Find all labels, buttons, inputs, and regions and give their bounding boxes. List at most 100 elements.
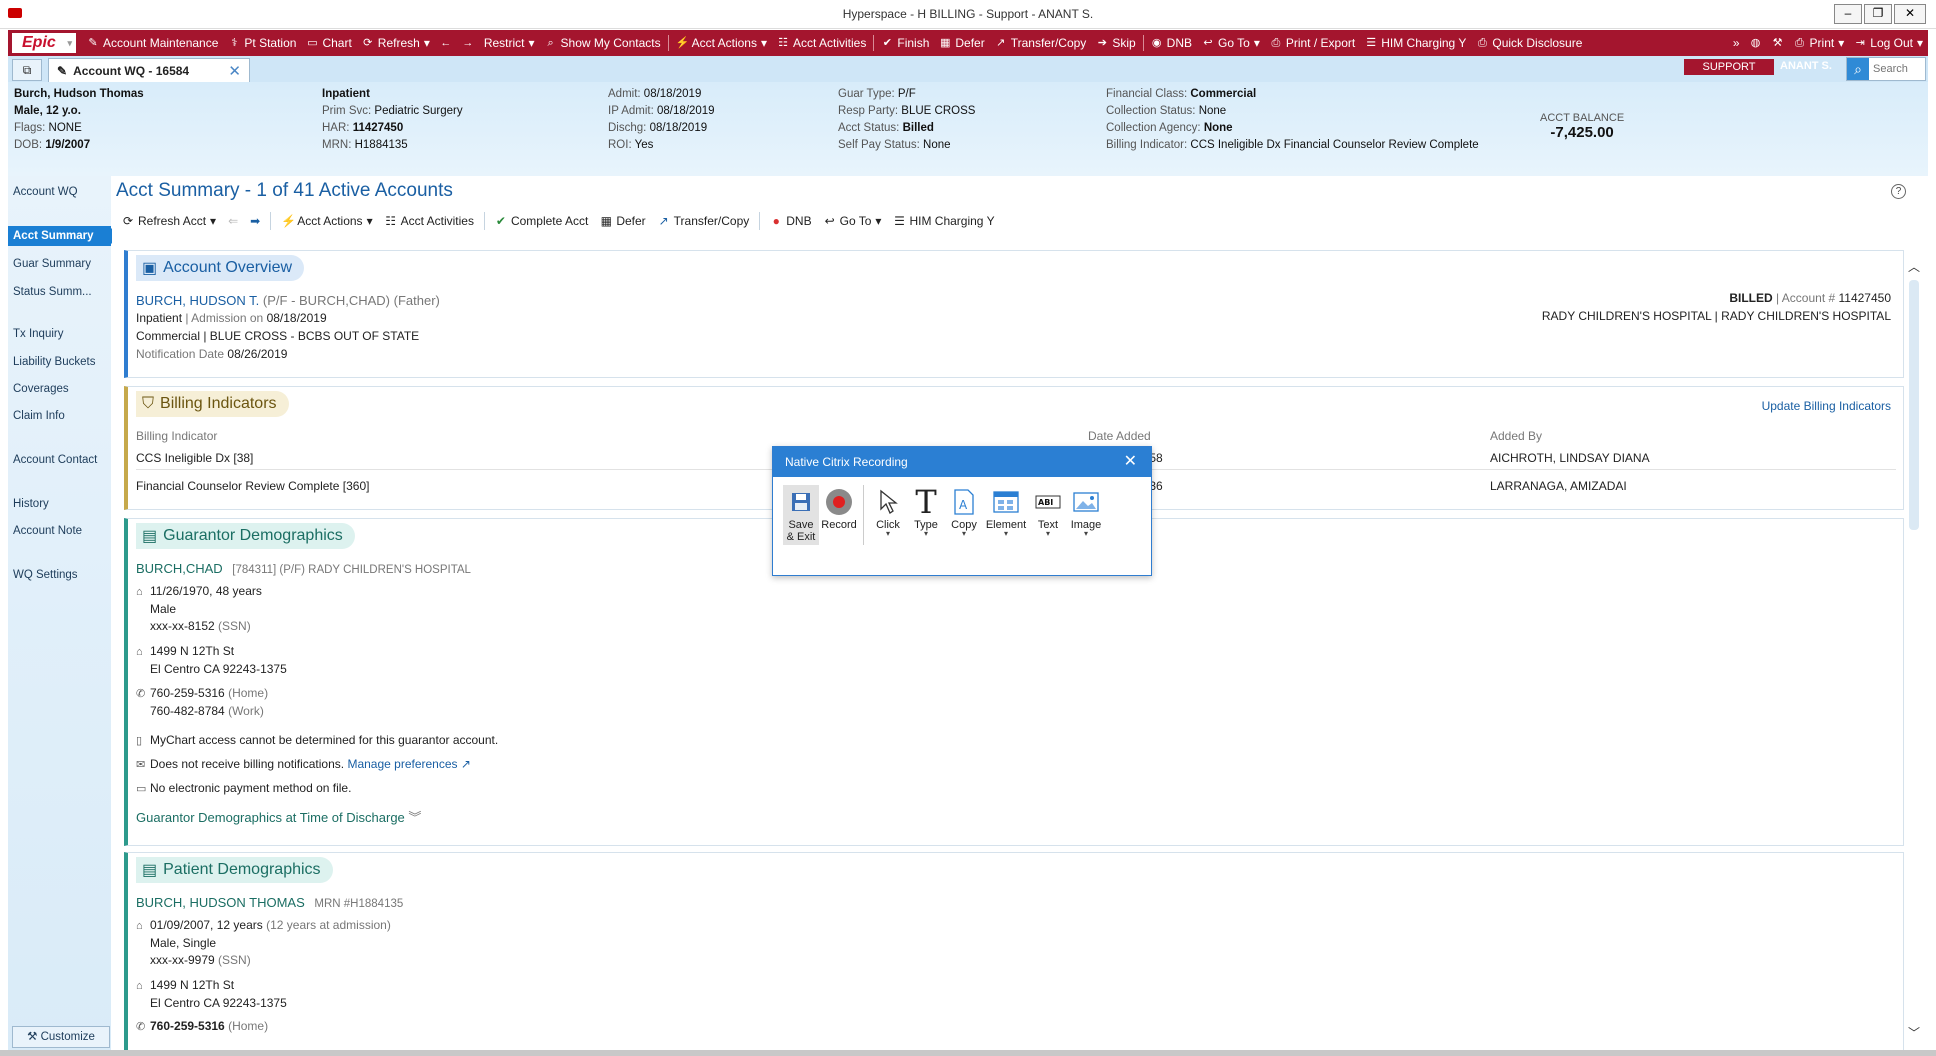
element-tool-button[interactable]: Element ▾ [984, 485, 1028, 545]
search-input[interactable] [1869, 62, 1925, 76]
account-overview-header[interactable]: ▣ Account Overview [136, 255, 305, 281]
refresh-button[interactable]: ⟳ Refresh ▾ [357, 36, 435, 50]
sidebar-item-history[interactable]: History [8, 494, 111, 514]
go-to-button[interactable]: ↩ Go To ▾ [1197, 36, 1265, 50]
finish-button[interactable]: ✔ Finish [876, 36, 934, 50]
patient-demographics-header[interactable]: ▤ Patient Demographics [136, 857, 333, 883]
globe-icon: ◍ [1750, 37, 1761, 49]
image-tool-button[interactable]: Image ▾ [1068, 485, 1104, 545]
toolbar-label: Finish [897, 36, 930, 50]
close-window-button[interactable]: ✕ [1894, 4, 1926, 24]
discharge-demographics-toggle[interactable]: Guarantor Demographics at Time of Discha… [136, 807, 421, 826]
print-export-button[interactable]: ⎙ Print / Export [1265, 36, 1360, 50]
transfer-copy-button[interactable]: ↗ Transfer/Copy [652, 214, 756, 228]
go-to-button[interactable]: ↩ Go To ▾ [818, 214, 888, 228]
scroll-thumb[interactable] [1909, 280, 1919, 530]
chart-button[interactable]: ▭ Chart [301, 36, 356, 50]
search-icon[interactable]: ⌕ [1847, 58, 1869, 80]
manage-preferences-link[interactable]: Manage preferences [347, 757, 457, 771]
complete-acct-button[interactable]: ✔ Complete Acct [489, 214, 594, 228]
overview-notification-line: Notification Date 08/26/2019 [136, 347, 287, 361]
print-button[interactable]: ⎙ Print ▾ [1789, 36, 1850, 50]
customize-button[interactable]: ⚒ Customize [12, 1026, 110, 1048]
billing-indicators-header[interactable]: ⛉ Billing Indicators [136, 391, 289, 417]
tab-account-wq[interactable]: ✎ Account WQ - 16584 ✕ [48, 58, 250, 82]
log-out-button[interactable]: ⇥ Log Out ▾ [1849, 36, 1928, 50]
type-tool-button[interactable]: T Type ▾ [908, 483, 944, 545]
patient-name[interactable]: BURCH, HUDSON THOMAS [136, 895, 305, 910]
him-charging-button[interactable]: ☰ HIM Charging Y [1360, 36, 1471, 50]
sidebar-item-claim-info[interactable]: Claim Info [8, 406, 111, 426]
scroll-up-icon[interactable]: ︿ [1906, 258, 1922, 274]
sidebar-item-liability-buckets[interactable]: Liability Buckets [8, 352, 111, 372]
globe-button[interactable]: ◍ [1745, 37, 1767, 49]
him-charging-button[interactable]: ☰ HIM Charging Y [887, 214, 1000, 228]
copy-document-icon: A [946, 485, 982, 519]
acct-actions-menu[interactable]: ⚡ Acct Actions ▾ [275, 214, 378, 228]
patient-phone-line: ✆ 760-259-5316 (Home) [136, 1019, 268, 1033]
user-badge: ANANT S. [1780, 60, 1832, 72]
sidebar-item-coverages[interactable]: Coverages [8, 379, 111, 399]
restore-button[interactable]: ❐ [1864, 4, 1892, 24]
guarantor-demographics-header[interactable]: ▤ Guarantor Demographics [136, 523, 355, 549]
next-account-button[interactable]: ➡ [244, 214, 266, 228]
sidebar-item-acct-summary[interactable]: Acct Summary [8, 226, 119, 246]
sidebar-item-guar-summary[interactable]: Guar Summary [8, 254, 111, 274]
minimize-button[interactable]: – [1834, 4, 1862, 24]
sidebar-item-status-summary[interactable]: Status Summ... [8, 282, 111, 302]
restrict-button[interactable]: Restrict ▾ [479, 36, 540, 50]
acct-actions-button[interactable]: ⚡ Acct Actions ▾ [671, 36, 772, 50]
close-tab-icon[interactable]: ✕ [228, 62, 241, 80]
guarantor-name[interactable]: BURCH,CHAD [136, 561, 223, 576]
defer-button[interactable]: ▦ Defer [934, 36, 989, 50]
patient-addr1: 1499 N 12Th St [150, 978, 235, 992]
sidebar-item-tx-inquiry[interactable]: Tx Inquiry [8, 324, 111, 344]
click-tool-button[interactable]: Click ▾ [870, 485, 906, 545]
pt-station-button[interactable]: ⚕ Pt Station [223, 36, 301, 50]
account-maintenance-button[interactable]: ✎ Account Maintenance [82, 36, 223, 50]
update-billing-indicators-link[interactable]: Update Billing Indicators [1762, 399, 1891, 413]
copy-tool-button[interactable]: A Copy ▾ [946, 485, 982, 545]
tools-button[interactable]: ⚒ [1767, 37, 1789, 49]
acct-activities-button[interactable]: ☷ Acct Activities [379, 214, 480, 228]
show-my-contacts-button[interactable]: ⌕ Show My Contacts [540, 36, 666, 50]
sidebar-item-account-wq[interactable]: Account WQ [8, 182, 111, 202]
section-title: Billing Indicators [160, 395, 277, 412]
scroll-down-icon[interactable]: ﹀ [1906, 1024, 1922, 1040]
acct-actions-label: Acct Actions [297, 214, 363, 228]
toolbar-divider [873, 35, 875, 51]
dnb-circle-icon: ● [772, 214, 780, 228]
overview-patient-name[interactable]: BURCH, HUDSON T. [136, 293, 259, 308]
refresh-acct-button[interactable]: ⟳ Refresh Acct ▾ [116, 214, 222, 228]
sidebar-item-wq-settings[interactable]: WQ Settings [8, 565, 111, 585]
dnb-button[interactable]: ● DNB [764, 214, 817, 228]
sidebar-item-account-note[interactable]: Account Note [8, 521, 111, 541]
transfer-copy-button[interactable]: ↗ Transfer/Copy [990, 36, 1092, 50]
skip-button[interactable]: ➔ Skip [1091, 36, 1140, 50]
quick-disclosure-button[interactable]: ⎙ Quick Disclosure [1471, 36, 1587, 50]
forward-button[interactable]: → [457, 37, 479, 49]
acct-activities-button[interactable]: ☷ Acct Activities [772, 36, 871, 50]
epic-menu-button[interactable]: Epic ▾ [12, 33, 76, 53]
help-icon[interactable]: ? [1891, 184, 1906, 199]
save-exit-button[interactable]: Save & Exit [783, 485, 819, 545]
chevron-down-icon: ▾ [528, 36, 535, 50]
toolbar-label: Go To [1218, 36, 1250, 50]
record-button[interactable]: Record [821, 485, 857, 545]
sidebar-item-account-contact[interactable]: Account Contact [8, 450, 111, 470]
search-field[interactable]: ⌕ [1846, 57, 1926, 81]
back-button[interactable]: ← [435, 37, 457, 49]
dnb-button[interactable]: ◉ DNB [1146, 36, 1197, 50]
account-icon: ▣ [142, 260, 158, 277]
close-dialog-icon[interactable]: ✕ [1124, 447, 1137, 477]
text-tool-button[interactable]: ABI Text ▾ [1030, 485, 1066, 545]
prev-account-button[interactable]: ⇐ [222, 214, 244, 228]
toolbar-label: Show My Contacts [560, 36, 661, 50]
content-scrollbar[interactable]: ︿ ﹀ [1906, 258, 1922, 1040]
billing-ind-label: Billing Indicator: [1106, 139, 1188, 151]
workspace-switcher-button[interactable]: ⧉ [12, 59, 42, 81]
dialog-titlebar[interactable]: Native Citrix Recording ✕ [773, 447, 1151, 477]
defer-button[interactable]: ▦ Defer [594, 214, 651, 228]
back-arrow-icon: ⇐ [228, 214, 239, 228]
more-overflow-button[interactable]: » [1728, 36, 1745, 50]
